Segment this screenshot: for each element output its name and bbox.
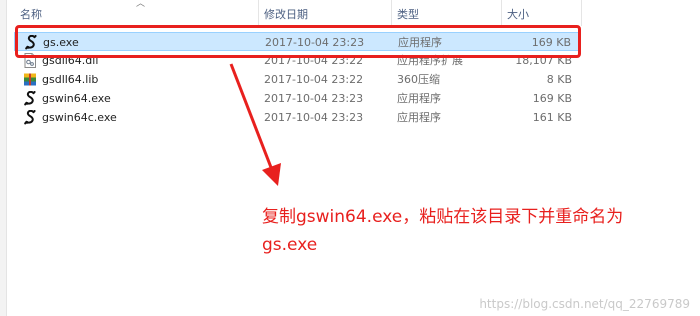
red-arrow-annotation — [229, 63, 281, 186]
watermark-text: https://blog.csdn.net/qq_22769789 — [479, 297, 690, 311]
instruction-annotation: 复制gswin64.exe，粘贴在该目录下并重命名为 gs.exe — [262, 203, 692, 259]
annotation-line-1: 复制gswin64.exe，粘贴在该目录下并重命名为 — [262, 207, 624, 227]
annotation-line-2: gs.exe — [262, 235, 318, 255]
